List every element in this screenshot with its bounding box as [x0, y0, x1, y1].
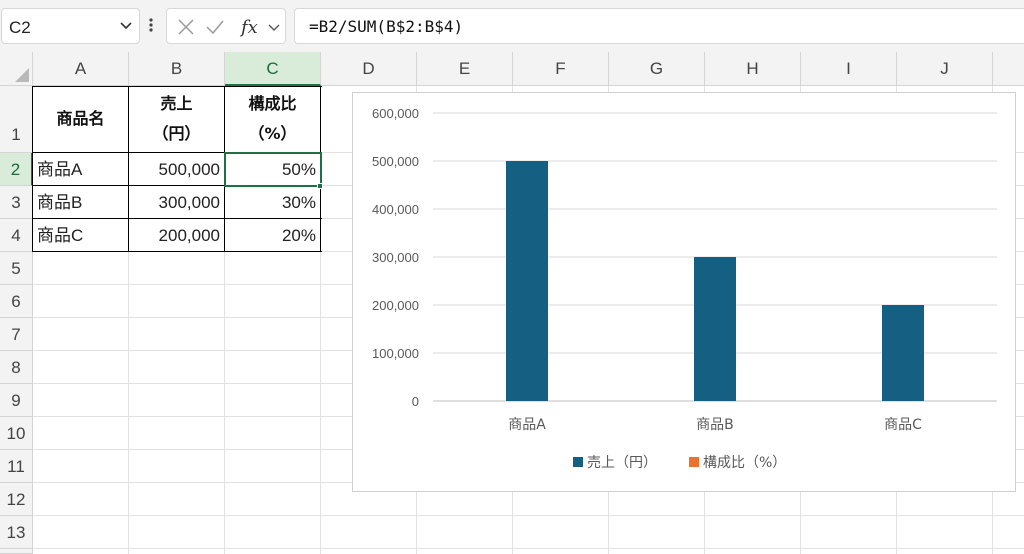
- legend-label-ratio: 構成比（%）: [703, 455, 786, 471]
- legend-swatch-sales: [573, 457, 583, 467]
- name-box-value: C2: [9, 18, 31, 37]
- row-header-2[interactable]: 2: [0, 153, 33, 186]
- name-box[interactable]: C2: [1, 8, 140, 44]
- table-border: [32, 251, 322, 252]
- select-all-corner[interactable]: [0, 52, 33, 86]
- row-header-14[interactable]: [0, 549, 33, 554]
- chevron-down-icon[interactable]: [119, 18, 133, 32]
- gridline-h: [33, 515, 1024, 516]
- chart[interactable]: 600,000 500,000 400,000 300,000 200,000 100,0…: [352, 92, 1016, 492]
- legend-label-sales: 売上（円）: [587, 455, 657, 471]
- y-tick-label: 200,000: [372, 298, 419, 313]
- cell-sales[interactable]: 300,000: [129, 186, 224, 219]
- formula-controls: fx: [166, 8, 286, 44]
- y-tick-label: 400,000: [372, 202, 419, 217]
- row-header-7[interactable]: 7: [0, 318, 33, 351]
- y-tick-label: 300,000: [372, 250, 419, 265]
- select-all-triangle: [15, 68, 29, 82]
- column-header-h[interactable]: H: [705, 52, 801, 86]
- row-header-3[interactable]: 3: [0, 186, 33, 219]
- fill-handle[interactable]: [317, 183, 323, 189]
- cell-product-name[interactable]: 商品C: [33, 219, 128, 252]
- column-header-f[interactable]: F: [513, 52, 609, 86]
- chevron-down-icon[interactable]: [267, 20, 281, 34]
- active-cell-selection[interactable]: [224, 152, 322, 187]
- confirm-check-icon[interactable]: [205, 18, 225, 36]
- x-tick-label: 商品B: [696, 417, 734, 433]
- cell-product-name[interactable]: 商品B: [33, 186, 128, 219]
- cell-ratio[interactable]: 30%: [225, 186, 320, 219]
- header-product-name[interactable]: 商品名: [33, 86, 128, 152]
- y-tick-label: 500,000: [372, 154, 419, 169]
- chart-svg: 600,000 500,000 400,000 300,000 200,000 100,0…: [372, 106, 997, 471]
- row-header-6[interactable]: 6: [0, 285, 33, 318]
- row-header-10[interactable]: 10: [0, 417, 33, 450]
- row-header-1[interactable]: 1: [0, 86, 33, 153]
- fx-icon[interactable]: fx: [239, 14, 265, 40]
- row-header-12[interactable]: 12: [0, 483, 33, 516]
- row-header-11[interactable]: 11: [0, 450, 33, 483]
- formula-text: =B2/SUM(B$2:B$4): [309, 17, 464, 36]
- row-header-9[interactable]: 9: [0, 384, 33, 417]
- x-tick-label: 商品A: [508, 417, 546, 433]
- cancel-x-icon[interactable]: [177, 18, 195, 36]
- formula-bar: C2 fx =B2/SUM(B$2:B$4): [0, 0, 1024, 52]
- column-header-c[interactable]: C: [225, 52, 321, 86]
- column-header-a[interactable]: A: [33, 52, 129, 86]
- column-header-b[interactable]: B: [129, 52, 225, 86]
- legend-swatch-ratio: [689, 457, 699, 467]
- formula-input[interactable]: =B2/SUM(B$2:B$4): [294, 8, 1024, 44]
- header-sales-line1[interactable]: 売上: [129, 90, 224, 118]
- column-header-j[interactable]: J: [897, 52, 993, 86]
- bar-sales: [882, 305, 924, 401]
- row-header-13[interactable]: 13: [0, 516, 33, 549]
- column-header-d[interactable]: D: [321, 52, 417, 86]
- gridline-h: [33, 548, 1024, 549]
- y-tick-label: 0: [412, 394, 419, 409]
- more-vert-icon[interactable]: [148, 14, 154, 36]
- table-border: [128, 86, 129, 252]
- column-header-g[interactable]: G: [609, 52, 705, 86]
- header-ratio-line1[interactable]: 構成比: [225, 90, 320, 118]
- row-header-5[interactable]: 5: [0, 252, 33, 285]
- bar-sales: [694, 257, 736, 401]
- y-tick-label: 100,000: [372, 346, 419, 361]
- cell-ratio[interactable]: 20%: [225, 219, 320, 252]
- cell-product-name[interactable]: 商品A: [33, 153, 128, 186]
- column-header-e[interactable]: E: [417, 52, 513, 86]
- column-header-k[interactable]: [993, 52, 1024, 86]
- header-sales-line2[interactable]: （円）: [129, 120, 224, 148]
- svg-text:fx: fx: [239, 17, 258, 38]
- cell-sales[interactable]: 500,000: [129, 153, 224, 186]
- header-ratio-line2[interactable]: （%）: [225, 120, 320, 148]
- y-tick-label: 600,000: [372, 106, 419, 121]
- row-header-8[interactable]: 8: [0, 351, 33, 384]
- table-border: [32, 86, 322, 87]
- x-tick-label: 商品C: [884, 417, 922, 433]
- cell-sales[interactable]: 200,000: [129, 219, 224, 252]
- table-border: [32, 86, 33, 252]
- column-header-i[interactable]: I: [801, 52, 897, 86]
- table-border: [32, 218, 322, 219]
- bar-sales: [506, 161, 548, 401]
- row-header-4[interactable]: 4: [0, 219, 33, 252]
